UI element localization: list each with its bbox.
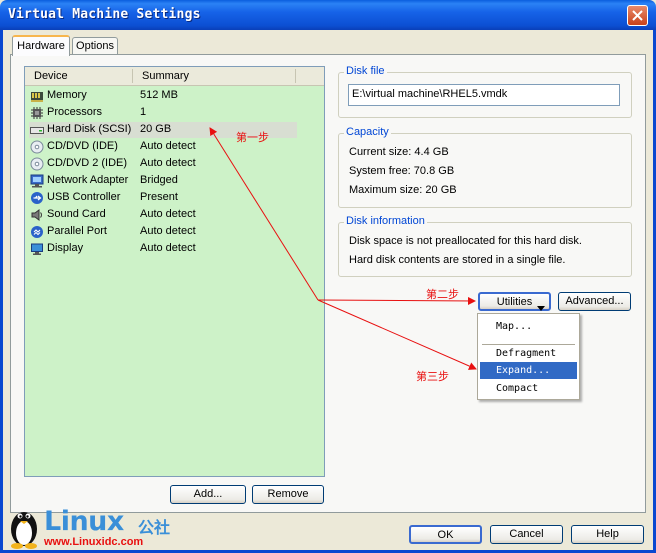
utilities-menu: Map... Defragment Expand... Compact: [477, 313, 580, 400]
advanced-button-label: Advanced...: [565, 295, 624, 307]
hard-disk-icon: [30, 123, 44, 137]
menu-item-defragment[interactable]: Defragment: [480, 345, 577, 362]
window-title: Virtual Machine Settings: [8, 7, 201, 22]
device-list[interactable]: Device Summary Memory 512 MB Processors …: [24, 66, 325, 477]
capacity-label: Capacity: [344, 126, 391, 138]
menu-item-expand-label: Expand...: [496, 365, 551, 376]
disk-info-line-2: Hard disk contents are stored in a singl…: [349, 254, 566, 266]
device-name: Network Adapter: [47, 174, 129, 186]
menu-item-map-label: Map...: [496, 321, 533, 332]
disk-information-group: [338, 222, 632, 277]
tab-options-label: Options: [76, 40, 114, 52]
cancel-button-label: Cancel: [509, 528, 544, 540]
device-row-usb-controller[interactable]: USB Controller Present: [29, 190, 297, 206]
watermark-brand: Linux: [44, 506, 124, 537]
device-summary: 1: [140, 106, 147, 118]
usb-icon: [30, 191, 44, 205]
device-row-display[interactable]: Display Auto detect: [29, 241, 297, 257]
menu-item-compact[interactable]: Compact: [480, 380, 577, 397]
menu-item-compact-label: Compact: [496, 383, 539, 394]
linux-watermark: Linux 公社 www.Linuxidc.com: [6, 503, 186, 551]
tab-hardware-label: Hardware: [17, 40, 65, 52]
title-bar[interactable]: Virtual Machine Settings: [0, 0, 656, 30]
display-icon: [30, 242, 44, 256]
device-row-processors[interactable]: Processors 1: [29, 105, 297, 121]
memory-icon: [30, 89, 44, 103]
disk-info-line-1: Disk space is not preallocated for this …: [349, 235, 582, 247]
penguin-logo-icon: [6, 503, 42, 552]
device-list-header: Device Summary: [25, 67, 324, 86]
disk-file-path-value: E:\virtual machine\RHEL5.vmdk: [352, 88, 508, 100]
cd-dvd-icon: [30, 157, 44, 171]
device-summary: Auto detect: [140, 140, 196, 152]
tab-hardware[interactable]: Hardware: [12, 35, 70, 56]
cd-dvd-icon: [30, 140, 44, 154]
ok-button[interactable]: OK: [409, 525, 482, 544]
help-button-label: Help: [596, 528, 619, 540]
device-row-network-adapter[interactable]: Network Adapter Bridged: [29, 173, 297, 189]
device-name: Display: [47, 242, 84, 254]
menu-item-expand[interactable]: Expand...: [480, 362, 577, 379]
device-row-sound-card[interactable]: Sound Card Auto detect: [29, 207, 297, 223]
device-summary: Bridged: [140, 174, 178, 186]
device-name: Sound Card: [47, 208, 106, 220]
device-row-memory[interactable]: Memory 512 MB: [29, 88, 297, 104]
help-button[interactable]: Help: [571, 525, 644, 544]
current-size-text: Current size: 4.4 GB: [349, 146, 449, 158]
device-summary: Auto detect: [140, 225, 196, 237]
device-name: CD/DVD 2 (IDE): [47, 157, 128, 169]
ok-button-label: OK: [437, 529, 454, 541]
add-device-button-label: Add...: [193, 488, 223, 500]
device-name: CD/DVD (IDE): [47, 140, 118, 152]
remove-device-button-label: Remove: [267, 488, 309, 500]
network-adapter-icon: [30, 174, 44, 188]
annotation-step-2: 第二步: [426, 288, 459, 301]
utilities-button-label: Utilities: [496, 296, 533, 308]
menu-item-map[interactable]: Map...: [480, 318, 577, 335]
device-summary: Auto detect: [140, 242, 196, 254]
window-frame-left: [0, 30, 3, 553]
device-summary: 20 GB: [140, 123, 172, 135]
device-summary: Auto detect: [140, 157, 196, 169]
sound-card-icon: [30, 208, 44, 222]
add-device-button[interactable]: Add...: [170, 485, 246, 504]
advanced-button[interactable]: Advanced...: [558, 292, 631, 311]
column-separator[interactable]: [295, 69, 296, 83]
remove-device-button[interactable]: Remove: [252, 485, 324, 504]
menu-item-defragment-label: Defragment: [496, 348, 557, 359]
device-name: Hard Disk (SCSI): [47, 123, 132, 135]
disk-file-label: Disk file: [344, 65, 387, 77]
utilities-dropdown-button[interactable]: Utilities: [478, 292, 551, 311]
close-button[interactable]: [627, 5, 648, 26]
device-name: Parallel Port: [47, 225, 107, 237]
device-summary: Auto detect: [140, 208, 196, 220]
parallel-port-icon: [30, 225, 44, 239]
device-row-cd-dvd-2[interactable]: CD/DVD 2 (IDE) Auto detect: [29, 156, 297, 172]
device-summary: Present: [140, 191, 178, 203]
processor-icon: [30, 106, 44, 120]
disk-file-path-field[interactable]: E:\virtual machine\RHEL5.vmdk: [348, 84, 620, 106]
disk-information-label: Disk information: [344, 215, 427, 227]
cancel-button[interactable]: Cancel: [490, 525, 563, 544]
column-header-summary[interactable]: Summary: [142, 70, 189, 82]
device-name: Memory: [47, 89, 87, 101]
column-separator[interactable]: [132, 69, 133, 83]
device-row-parallel-port[interactable]: Parallel Port Auto detect: [29, 224, 297, 240]
watermark-url: www.Linuxidc.com: [44, 536, 144, 548]
annotation-step-1: 第一步: [236, 131, 269, 144]
annotation-step-3: 第三步: [416, 370, 449, 383]
vm-settings-window: Virtual Machine Settings Hardware Option…: [0, 0, 656, 553]
watermark-brand-cn: 公社: [138, 518, 171, 537]
device-name: USB Controller: [47, 191, 121, 203]
device-summary: 512 MB: [140, 89, 178, 101]
device-name: Processors: [47, 106, 103, 118]
maximum-size-text: Maximum size: 20 GB: [349, 184, 457, 196]
system-free-text: System free: 70.8 GB: [349, 165, 455, 177]
column-header-device[interactable]: Device: [34, 70, 68, 82]
